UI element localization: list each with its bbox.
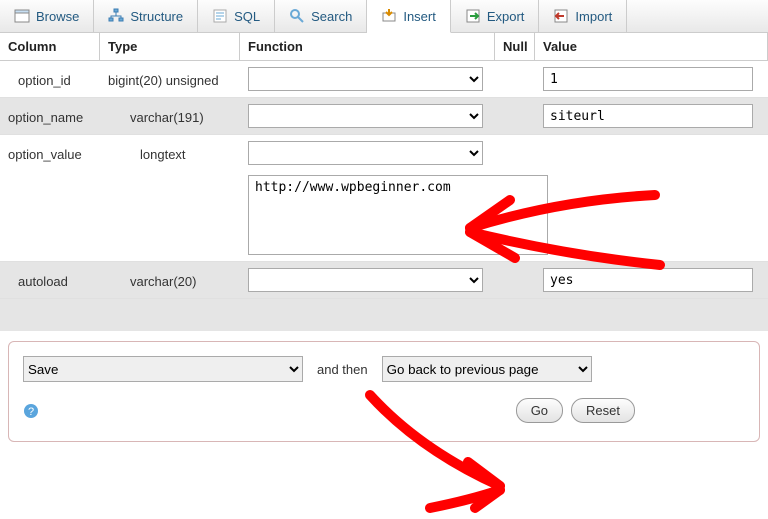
col-type-autoload: varchar(20) bbox=[100, 262, 240, 298]
null-option-value bbox=[495, 135, 535, 153]
tab-import[interactable]: Import bbox=[539, 0, 627, 32]
col-type-option-value: longtext bbox=[100, 135, 240, 168]
th-value: Value bbox=[535, 33, 768, 60]
table-header: Column Type Function Null Value bbox=[0, 33, 768, 61]
go-button[interactable]: Go bbox=[516, 398, 563, 423]
col-type-option-id: bigint(20) unsigned bbox=[100, 61, 240, 97]
tab-structure[interactable]: Structure bbox=[94, 0, 198, 32]
save-select[interactable]: Save bbox=[23, 356, 303, 382]
col-type-option-name: varchar(191) bbox=[100, 98, 240, 134]
null-option-id bbox=[495, 61, 535, 97]
row-option-name: option_name varchar(191) bbox=[0, 98, 768, 135]
row-autoload: autoload varchar(20) bbox=[0, 262, 768, 299]
col-name-option-id: option_id bbox=[0, 61, 100, 97]
th-column: Column bbox=[0, 33, 100, 60]
null-option-name bbox=[495, 98, 535, 134]
tab-sql[interactable]: SQL bbox=[198, 0, 275, 32]
then-select[interactable]: Go back to previous page bbox=[382, 356, 592, 382]
browse-icon bbox=[14, 8, 30, 24]
func-select-option-id[interactable] bbox=[248, 67, 483, 91]
value-input-option-name[interactable] bbox=[543, 104, 753, 128]
import-icon bbox=[553, 8, 569, 24]
tab-bar: Browse Structure SQL Search Insert Expor… bbox=[0, 0, 768, 33]
col-name-option-value: option_value bbox=[0, 135, 100, 168]
value-input-option-id[interactable] bbox=[543, 67, 753, 91]
func-select-autoload[interactable] bbox=[248, 268, 483, 292]
value-textarea-option-value[interactable] bbox=[248, 175, 548, 255]
row-option-id: option_id bigint(20) unsigned bbox=[0, 61, 768, 98]
svg-text:?: ? bbox=[28, 406, 34, 418]
export-icon bbox=[465, 8, 481, 24]
tab-insert-label: Insert bbox=[403, 9, 436, 24]
sql-icon bbox=[212, 8, 228, 24]
row-option-value: option_value longtext bbox=[0, 135, 768, 262]
spacer-bar bbox=[0, 299, 768, 331]
tab-export-label: Export bbox=[487, 9, 525, 24]
value-input-autoload[interactable] bbox=[543, 268, 753, 292]
tab-import-label: Import bbox=[575, 9, 612, 24]
action-panel: Save and then Go back to previous page ?… bbox=[8, 341, 760, 442]
search-icon bbox=[289, 8, 305, 24]
func-select-option-name[interactable] bbox=[248, 104, 483, 128]
tab-browse[interactable]: Browse bbox=[0, 0, 94, 32]
structure-icon bbox=[108, 8, 124, 24]
th-function: Function bbox=[240, 33, 495, 60]
tab-browse-label: Browse bbox=[36, 9, 79, 24]
tab-export[interactable]: Export bbox=[451, 0, 540, 32]
tab-search-label: Search bbox=[311, 9, 352, 24]
tab-search[interactable]: Search bbox=[275, 0, 367, 32]
col-name-autoload: autoload bbox=[0, 262, 100, 298]
null-autoload bbox=[495, 262, 535, 298]
tab-structure-label: Structure bbox=[130, 9, 183, 24]
col-name-option-name: option_name bbox=[0, 98, 100, 134]
and-then-label: and then bbox=[317, 362, 368, 377]
insert-icon bbox=[381, 8, 397, 24]
tab-insert[interactable]: Insert bbox=[367, 0, 451, 33]
th-null: Null bbox=[495, 33, 535, 60]
func-select-option-value[interactable] bbox=[248, 141, 483, 165]
th-type: Type bbox=[100, 33, 240, 60]
tab-sql-label: SQL bbox=[234, 9, 260, 24]
reset-button[interactable]: Reset bbox=[571, 398, 635, 423]
help-icon[interactable]: ? bbox=[23, 403, 39, 419]
